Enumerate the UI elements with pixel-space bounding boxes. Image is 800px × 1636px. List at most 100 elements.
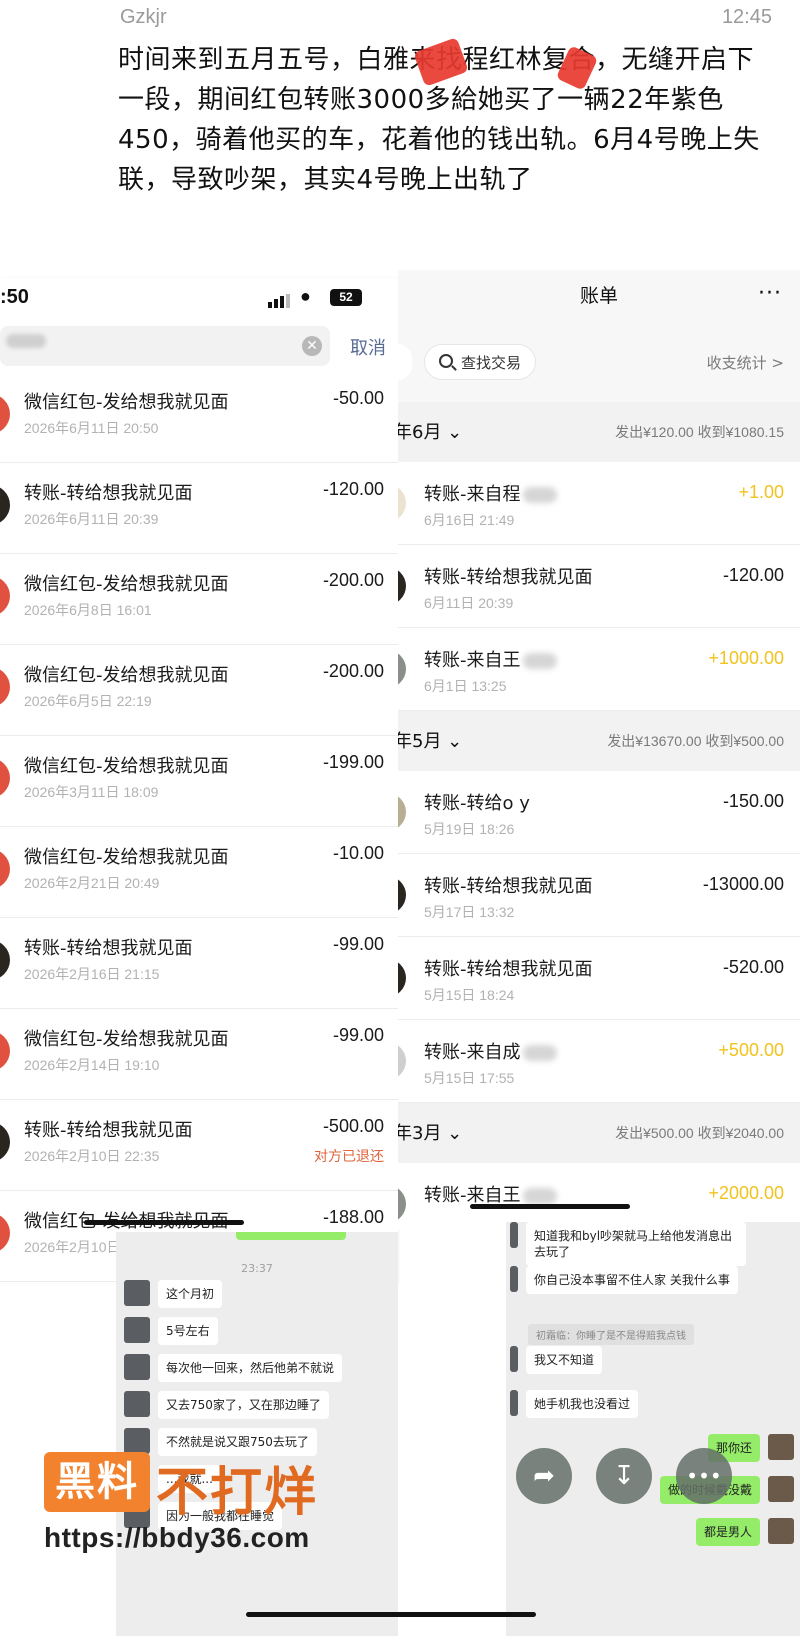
left-transaction-search-screen: :50 ● 52 ✕ 取消 微信红包-发给想我就见面 2026年6月11日 20:… (0, 278, 398, 1283)
transaction-row[interactable]: 转账-转给想我就见面 2026年6月11日 20:39 -120.00 (0, 463, 398, 554)
bill-title: 转账-来自成 (424, 1038, 557, 1064)
bill-date: 5月19日 18:26 (424, 821, 515, 837)
avatar[interactable] (124, 1428, 150, 1454)
more-options-icon[interactable]: ••• (676, 1448, 732, 1504)
wifi-icon: ● (300, 286, 311, 306)
month-summary: 发出¥13670.00 收到¥500.00 (607, 733, 784, 749)
watermark-url: https://bbdy36.com (44, 1522, 310, 1553)
avatar[interactable] (124, 1354, 150, 1380)
stats-link[interactable]: 收支统计 > (707, 352, 784, 373)
chat-message: 又去750家了，又在那边睡了 (124, 1391, 329, 1419)
transaction-amount: -99.00 (332, 1025, 384, 1045)
avatar (0, 667, 10, 707)
bill-title: 转账-转给想我就见面 (424, 955, 593, 981)
transaction-row[interactable]: 微信红包-发给想我就见面 2026年6月11日 20:50 -50.00 (0, 372, 398, 463)
avatar (0, 1031, 10, 1071)
avatar (398, 959, 406, 997)
bill-toolbar: 查找交易 收支统计 > (398, 330, 800, 402)
more-icon[interactable]: ··· (758, 270, 782, 318)
month-label[interactable]: 年3月 ⌄ (398, 1119, 462, 1145)
bill-title-text: 转账-转给o y (424, 793, 530, 814)
bill-row[interactable]: 转账-来自程 6月16日 21:49 +1.00 (398, 462, 800, 545)
bill-row[interactable]: 转账-转给想我就见面 5月15日 18:24 -520.00 (398, 937, 800, 1020)
clear-icon[interactable]: ✕ (302, 336, 322, 356)
transaction-amount: -199.00 (322, 752, 384, 772)
bill-title: 转账-转给想我就见面 (424, 563, 593, 589)
post-username[interactable]: Gzkjr (120, 6, 167, 29)
transaction-amount: -188.00 (322, 1207, 384, 1227)
blurred-name (522, 1188, 557, 1204)
transaction-row[interactable]: 转账-转给想我就见面 2026年2月10日 22:35 -500.00 对方已退还 (0, 1100, 398, 1191)
avatar[interactable] (768, 1476, 794, 1502)
month-header[interactable]: 年5月 ⌄ 发出¥13670.00 收到¥500.00 (398, 711, 800, 771)
transaction-row[interactable]: 微信红包-发给想我就见面 2026年6月8日 16:01 -200.00 (0, 554, 398, 645)
bill-row[interactable]: 转账-转给想我就见面 6月11日 20:39 -120.00 (398, 545, 800, 628)
transaction-row[interactable]: 微信红包-发给想我就见面 2026年2月14日 19:10 -99.00 (0, 1009, 398, 1100)
avatar (0, 485, 10, 525)
avatar (398, 793, 406, 831)
blurred-name (522, 1045, 557, 1061)
chat-message: 5号左右 (124, 1317, 218, 1345)
avatar[interactable] (510, 1222, 518, 1248)
avatar[interactable] (768, 1518, 794, 1544)
bill-title: 转账-转给o y (424, 789, 530, 815)
chat-bubble: 知道我和byl吵架就马上给他发消息出去玩了 (526, 1222, 746, 1266)
bill-title-text: 转账-来自王 (424, 650, 521, 671)
avatar[interactable] (510, 1390, 518, 1416)
share-icon[interactable]: ➦ (516, 1448, 572, 1504)
month-header[interactable]: 年3月 ⌄ 发出¥500.00 收到¥2040.00 (398, 1103, 800, 1163)
avatar (0, 576, 10, 616)
avatar (0, 1213, 10, 1253)
transaction-amount: -120.00 (322, 479, 384, 499)
chat-bubble: 5号左右 (158, 1317, 218, 1345)
avatar[interactable] (124, 1280, 150, 1306)
transaction-row[interactable]: 微信红包-发给想我就见面 2026年6月5日 22:19 -200.00 (0, 645, 398, 736)
search-input[interactable] (0, 326, 330, 366)
transaction-amount: -99.00 (332, 934, 384, 954)
chat-bubble: 她手机我也没看过 (526, 1390, 639, 1418)
bill-date: 5月15日 17:55 (424, 1070, 515, 1086)
site-watermark: 黑料 不打烊 https://bbdy36.com (44, 1452, 344, 1572)
home-indicator (84, 1220, 244, 1225)
filter-dropdown[interactable] (398, 344, 412, 380)
transaction-row[interactable]: 微信红包-发给想我就见面 2026年2月21日 20:49 -10.00 (0, 827, 398, 918)
bill-row[interactable]: 转账-来自成 5月15日 17:55 +500.00 (398, 1020, 800, 1103)
bill-title-text: 转账-转给想我就见面 (424, 876, 593, 897)
avatar (398, 484, 406, 522)
transaction-title: 微信红包-发给想我就见面 (24, 1029, 229, 1050)
home-indicator (470, 1204, 630, 1209)
month-label[interactable]: 年5月 ⌄ (398, 727, 462, 753)
transaction-row[interactable]: 转账-转给想我就见面 2026年2月16日 21:15 -99.00 (0, 918, 398, 1009)
transaction-date: 2026年6月5日 22:19 (24, 693, 152, 709)
transaction-row[interactable]: 微信红包-发给想我就见面 2026年3月11日 18:09 -199.00 (0, 736, 398, 827)
avatar[interactable] (124, 1317, 150, 1343)
left-chat-screenshot: 23:37 这个月初 5号左右 每次他一回来，然后他弟不就说 又去750家了，又在那边… (116, 1232, 398, 1636)
download-icon[interactable]: ↧ (596, 1448, 652, 1504)
find-transaction-button[interactable]: 查找交易 (424, 344, 536, 380)
chat-message: 我又不知道 (510, 1346, 603, 1374)
transaction-amount: -500.00 (322, 1116, 384, 1136)
bill-row[interactable]: 转账-转给o y 5月19日 18:26 -150.00 (398, 771, 800, 854)
bill-row[interactable]: 转账-转给想我就见面 5月17日 13:32 -13000.00 (398, 854, 800, 937)
bill-amount: -13000.00 (702, 874, 784, 894)
month-label[interactable]: 年6月 ⌄ (398, 418, 462, 444)
bill-row[interactable]: 转账-来自王 6月1日 13:25 +1000.00 (398, 628, 800, 711)
home-indicator (246, 1612, 536, 1617)
month-header[interactable]: 年6月 ⌄ 发出¥120.00 收到¥1080.15 (398, 402, 800, 462)
chat-bubble: 我又不知道 (526, 1346, 603, 1374)
avatar (0, 849, 10, 889)
avatar (398, 650, 406, 688)
avatar[interactable] (510, 1346, 518, 1372)
transaction-date: 2026年2月10日 22:35 (24, 1148, 160, 1164)
avatar[interactable] (510, 1266, 518, 1292)
page-title: 账单 (579, 285, 618, 307)
search-query-blurred (6, 334, 46, 348)
avatar[interactable] (124, 1391, 150, 1417)
transaction-title: 微信红包-发给想我就见面 (24, 756, 229, 777)
bill-amount: -120.00 (722, 565, 784, 585)
post-time: 12:45 (721, 6, 772, 28)
avatar[interactable] (768, 1434, 794, 1460)
cancel-button[interactable]: 取消 (350, 334, 386, 360)
bill-row[interactable]: 转账-来自王 +2000.00 (398, 1163, 800, 1230)
bill-title: 转账-来自程 (424, 480, 557, 506)
